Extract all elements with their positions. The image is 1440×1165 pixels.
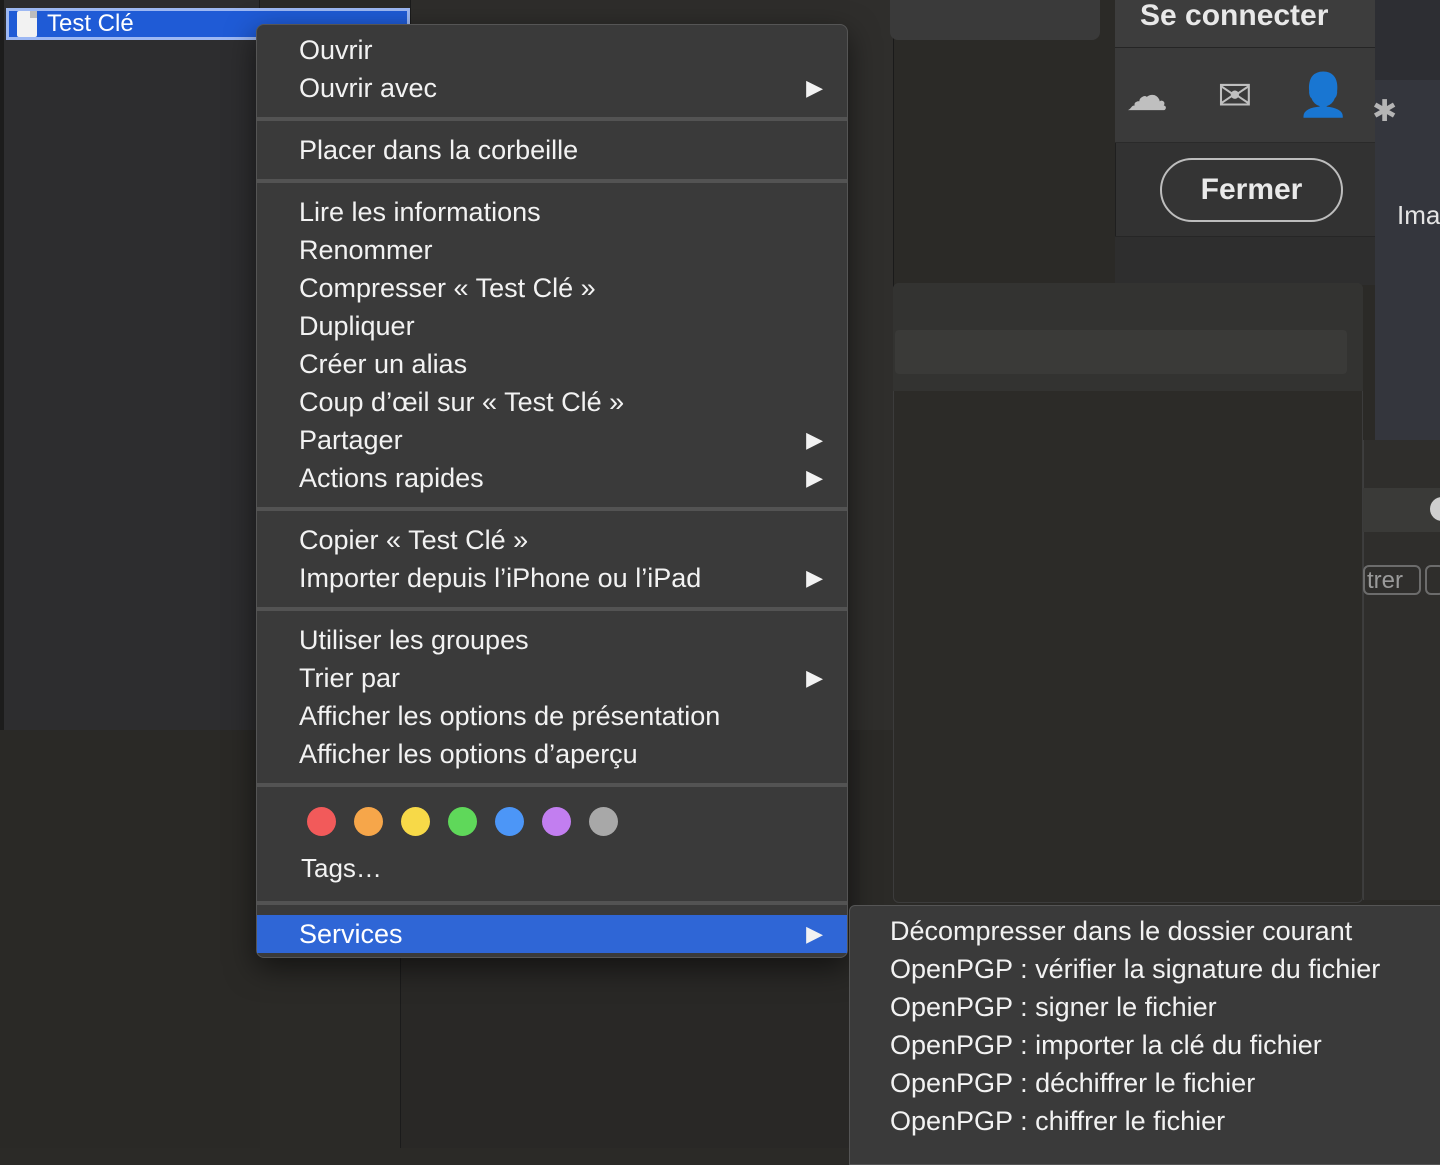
document-icon [17, 11, 37, 37]
menu-separator [257, 783, 847, 787]
menu-item[interactable]: Créer un alias [257, 345, 847, 383]
tags-menu-item[interactable]: Tags… [257, 845, 847, 891]
menu-item-label: Ouvrir [299, 35, 373, 65]
menu-item-label: Afficher les options d’aperçu [299, 739, 638, 769]
submenu-arrow-icon: ▶ [806, 565, 823, 590]
menu-item[interactable]: Coup d’œil sur « Test Clé » [257, 383, 847, 421]
submenu-arrow-icon: ▶ [806, 427, 823, 452]
tag-color-dot[interactable] [401, 806, 430, 836]
menu-separator [257, 507, 847, 511]
menu-item[interactable]: Afficher les options de présentation [257, 697, 847, 735]
add-user-icon[interactable]: 👤 [1297, 71, 1349, 120]
menu-item[interactable]: Dupliquer [257, 307, 847, 345]
far-right-toolbar [1375, 0, 1440, 80]
menu-item-label: Placer dans la corbeille [299, 135, 579, 165]
services-submenu: Décompresser dans le dossier courant Open… [849, 905, 1440, 1165]
menu-separator [257, 901, 847, 905]
menu-item[interactable]: Importer depuis l’iPhone ou l’iPad ▶ [257, 559, 847, 597]
menu-item-label: Trier par [299, 663, 401, 693]
file-name: Test Clé [47, 10, 134, 37]
menu-separator [257, 117, 847, 121]
menu-item[interactable]: Ouvrir avec ▶ [257, 69, 847, 107]
menu-item-label: Renommer [299, 235, 433, 265]
menu-item-label: Lire les informations [299, 197, 541, 227]
menu-item-label: Dupliquer [299, 311, 415, 341]
menu-item[interactable]: Lire les informations [257, 193, 847, 231]
menu-item-label: Ouvrir avec [299, 73, 438, 103]
tag-color-dot[interactable] [542, 806, 571, 836]
submenu-arrow-icon: ▶ [806, 75, 823, 100]
login-panel-icon-row: ☁ ✉ 👤 [1115, 48, 1375, 143]
menu-item-label: Copier « Test Clé » [299, 525, 529, 555]
context-menu-groups: Ouvrir Ouvrir avec ▶ Placer dans la corbeil… [257, 25, 847, 773]
menu-separator [257, 179, 847, 183]
tag-color-dot[interactable] [307, 806, 336, 836]
menu-item[interactable]: Copier « Test Clé » [257, 521, 847, 559]
menu-item[interactable]: Trier par ▶ [257, 659, 847, 697]
link-cloud-icon[interactable]: ☁ [1121, 71, 1173, 120]
login-panel-title: Se connecter [1115, 0, 1375, 48]
tag-color-dot[interactable] [448, 806, 477, 836]
menu-item-label: Compresser « Test Clé » [299, 273, 596, 303]
menu-item[interactable]: Partager ▶ [257, 421, 847, 459]
menu-item-label: Créer un alias [299, 349, 468, 379]
finder-file-list [0, 0, 260, 730]
menu-separator [257, 607, 847, 611]
submenu-arrow-icon: ▶ [806, 921, 823, 946]
menu-item-services[interactable]: Services ▶ [257, 915, 847, 953]
tag-color-dot[interactable] [589, 806, 618, 836]
mail-icon[interactable]: ✉ [1209, 71, 1261, 120]
services-menu-item[interactable]: OpenPGP : chiffrer le fichier [850, 1102, 1440, 1140]
submenu-arrow-icon: ▶ [806, 665, 823, 690]
menu-item-label: Services [299, 919, 403, 949]
menu-item-label: Partager [299, 425, 403, 455]
finder-bottom-area [0, 730, 260, 1148]
services-menu-item[interactable]: OpenPGP : déchiffrer le fichier [850, 1064, 1440, 1102]
context-menu: Ouvrir Ouvrir avec ▶ Placer dans la corbeil… [256, 24, 848, 958]
menu-item[interactable]: Actions rapides ▶ [257, 459, 847, 497]
side-window-button[interactable]: trer [1363, 565, 1421, 595]
background-toolbar [890, 0, 1100, 40]
login-panel-footer [1115, 236, 1375, 285]
menu-item[interactable]: Compresser « Test Clé » [257, 269, 847, 307]
menu-item[interactable]: Renommer [257, 231, 847, 269]
menu-item-label: Importer depuis l’iPhone ou l’iPad [299, 563, 702, 593]
menu-item-label: Actions rapides [299, 463, 484, 493]
menu-item-label: Afficher les options de présentation [299, 701, 721, 731]
submenu-arrow-icon: ▶ [806, 465, 823, 490]
services-menu-item[interactable]: OpenPGP : importer la clé du fichier [850, 1026, 1440, 1064]
far-right-label: Ima [1397, 200, 1440, 230]
menu-item-label: Utiliser les groupes [299, 625, 529, 655]
background-dialog-field [895, 330, 1347, 374]
services-menu-item[interactable]: OpenPGP : vérifier la signature du fichi… [850, 950, 1440, 988]
side-window-bar [1363, 488, 1440, 532]
background-window-edge [850, 0, 894, 730]
menu-item[interactable]: Ouvrir [257, 31, 847, 69]
menu-item-label: Coup d’œil sur « Test Clé » [299, 387, 625, 417]
services-menu-item[interactable]: Décompresser dans le dossier courant [850, 912, 1440, 950]
tag-color-row [257, 797, 847, 845]
tag-color-dot[interactable] [354, 806, 383, 836]
tag-color-dot[interactable] [495, 806, 524, 836]
menu-item[interactable]: Afficher les options d’aperçu [257, 735, 847, 773]
services-menu-item[interactable]: OpenPGP : signer le fichier [850, 988, 1440, 1026]
services-submenu-items: Décompresser dans le dossier courant Open… [850, 912, 1440, 1140]
close-button[interactable]: Fermer [1160, 158, 1343, 222]
puzzle-icon[interactable]: ✱ [1372, 94, 1397, 129]
menu-item[interactable]: Utiliser les groupes [257, 621, 847, 659]
side-window-button-2[interactable] [1425, 565, 1440, 595]
menu-item[interactable]: Placer dans la corbeille [257, 131, 847, 169]
